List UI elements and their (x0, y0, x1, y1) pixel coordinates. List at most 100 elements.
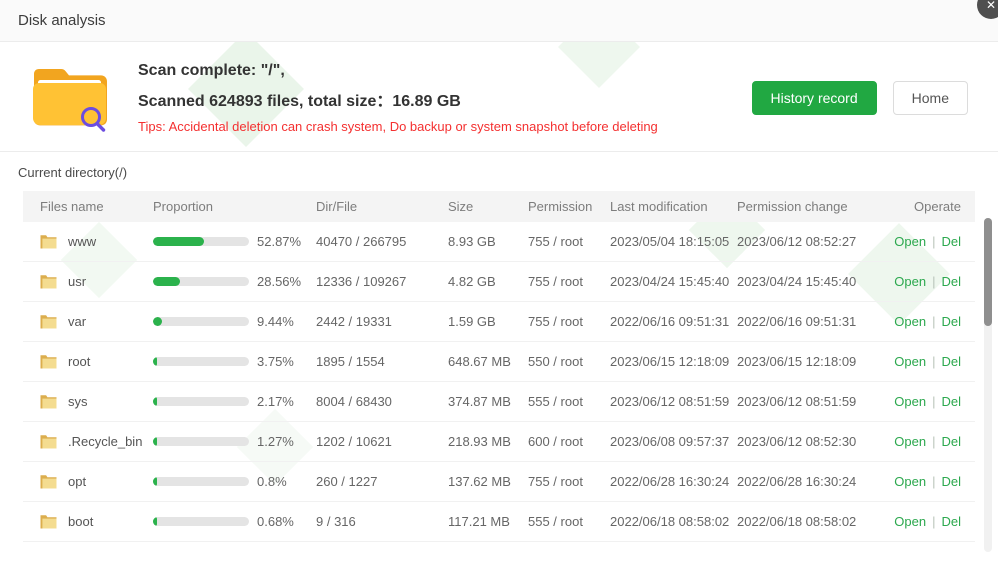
proportion-value: 1.27% (257, 434, 294, 449)
history-record-button[interactable]: History record (752, 81, 877, 115)
permission-cell: 600 / root (528, 434, 610, 449)
folder-icon (40, 394, 57, 409)
scan-summary-text: Scan complete: "/", Scanned 624893 files… (138, 62, 658, 134)
permission-change-cell: 2022/06/18 08:58:02 (737, 514, 864, 529)
open-link[interactable]: Open (894, 354, 926, 369)
del-link[interactable]: Del (941, 434, 961, 449)
file-name: usr (68, 274, 86, 289)
open-link[interactable]: Open (894, 234, 926, 249)
proportion-bar (153, 237, 249, 246)
proportion-bar (153, 517, 249, 526)
last-modification-cell: 2023/06/12 08:51:59 (610, 394, 737, 409)
permission-change-cell: 2023/06/12 08:52:30 (737, 434, 864, 449)
permission-cell: 555 / root (528, 514, 610, 529)
folder-icon (40, 434, 57, 449)
del-link[interactable]: Del (941, 514, 961, 529)
current-directory-label: Current directory(/) (0, 152, 998, 191)
col-header-permission: Permission (528, 199, 610, 214)
col-header-operate: Operate (864, 199, 961, 214)
col-header-size: Size (448, 199, 528, 214)
file-name-cell: root (40, 354, 153, 369)
scan-stats-line: Scanned 624893 files, total size：16.89 G… (138, 87, 658, 111)
last-modification-cell: 2022/06/16 09:51:31 (610, 314, 737, 329)
col-header-permission-change: Permission change (737, 199, 864, 214)
proportion-bar-fill (153, 317, 162, 326)
folder-search-icon (30, 64, 110, 132)
proportion-value: 0.68% (257, 514, 294, 529)
operate-separator: | (932, 234, 935, 249)
title-bar: Disk analysis (0, 0, 998, 42)
operate-cell: Open | Del (864, 234, 961, 249)
del-link[interactable]: Del (941, 274, 961, 289)
permission-change-cell: 2023/06/12 08:51:59 (737, 394, 864, 409)
permission-cell: 755 / root (528, 474, 610, 489)
open-link[interactable]: Open (894, 394, 926, 409)
file-name-cell: .Recycle_bin (40, 434, 153, 449)
last-modification-cell: 2023/06/15 12:18:09 (610, 354, 737, 369)
folder-icon (40, 514, 57, 529)
proportion-value: 9.44% (257, 314, 294, 329)
proportion-cell: 0.68% (153, 514, 316, 529)
del-link[interactable]: Del (941, 234, 961, 249)
open-link[interactable]: Open (894, 314, 926, 329)
open-link[interactable]: Open (894, 434, 926, 449)
operate-cell: Open|Del (864, 314, 961, 329)
del-link[interactable]: Del (941, 474, 961, 489)
table-row: .Recycle_bin 1.27% 1202 / 10621 218.93 M… (23, 422, 975, 462)
permission-cell: 555 / root (528, 394, 610, 409)
proportion-bar-fill (153, 237, 204, 246)
file-name: boot (68, 514, 93, 529)
file-name: .Recycle_bin (68, 434, 142, 449)
table-row: sys 2.17% 8004 / 68430 374.87 MB 555 / r… (23, 382, 975, 422)
dir-file-cell: 2442 / 19331 (316, 314, 448, 329)
proportion-value: 2.17% (257, 394, 294, 409)
size-cell: 8.93 GB (448, 234, 528, 249)
proportion-cell: 9.44% (153, 314, 316, 329)
dir-file-cell: 1202 / 10621 (316, 434, 448, 449)
proportion-cell: 1.27% (153, 434, 316, 449)
table-row: root 3.75% 1895 / 1554 648.67 MB 550 / r… (23, 342, 975, 382)
permission-change-cell: 2022/06/16 09:51:31 (737, 314, 864, 329)
operate-separator: | (932, 434, 935, 449)
home-button[interactable]: Home (893, 81, 968, 115)
open-link[interactable]: Open (894, 474, 926, 489)
file-name-cell: var (40, 314, 153, 329)
del-link[interactable]: Del (941, 394, 961, 409)
permission-cell: 550 / root (528, 354, 610, 369)
folder-icon (40, 274, 57, 289)
permission-change-cell: 2022/06/28 16:30:24 (737, 474, 864, 489)
proportion-bar (153, 477, 249, 486)
dir-file-cell: 9 / 316 (316, 514, 448, 529)
file-name-cell: www (40, 234, 153, 249)
operate-cell: Open|Del (864, 514, 961, 529)
proportion-value: 0.8% (257, 474, 287, 489)
proportion-value: 28.56% (257, 274, 301, 289)
table-header-row: Files name Proportion Dir/File Size Perm… (23, 191, 975, 222)
scrollbar-thumb[interactable] (984, 218, 992, 326)
proportion-value: 52.87% (257, 234, 301, 249)
table-row: usr 28.56% 12336 / 109267 4.82 GB 755 / … (23, 262, 975, 302)
size-cell: 218.93 MB (448, 434, 528, 449)
permission-change-cell: 2023/06/12 08:52:27 (737, 234, 864, 249)
del-link[interactable]: Del (941, 314, 961, 329)
col-header-proportion: Proportion (153, 199, 316, 214)
size-cell: 4.82 GB (448, 274, 528, 289)
permission-cell: 755 / root (528, 314, 610, 329)
last-modification-cell: 2023/06/08 09:57:37 (610, 434, 737, 449)
proportion-bar-fill (153, 397, 157, 406)
window-title: Disk analysis (18, 12, 106, 29)
proportion-bar-fill (153, 277, 180, 286)
operate-separator: | (932, 274, 935, 289)
operate-separator: | (932, 474, 935, 489)
folder-icon (40, 474, 57, 489)
operate-cell: Open | Del (864, 434, 961, 449)
open-link[interactable]: Open (894, 514, 926, 529)
open-link[interactable]: Open (894, 274, 926, 289)
table-row: opt 0.8% 260 / 1227 137.62 MB 755 / root… (23, 462, 975, 502)
proportion-cell: 52.87% (153, 234, 316, 249)
scan-complete-line: Scan complete: "/", (138, 62, 658, 80)
table-row: www 52.87% 40470 / 266795 8.93 GB 755 / … (23, 222, 975, 262)
last-modification-cell: 2022/06/18 08:58:02 (610, 514, 737, 529)
last-modification-cell: 2023/05/04 18:15:05 (610, 234, 737, 249)
del-link[interactable]: Del (941, 354, 961, 369)
